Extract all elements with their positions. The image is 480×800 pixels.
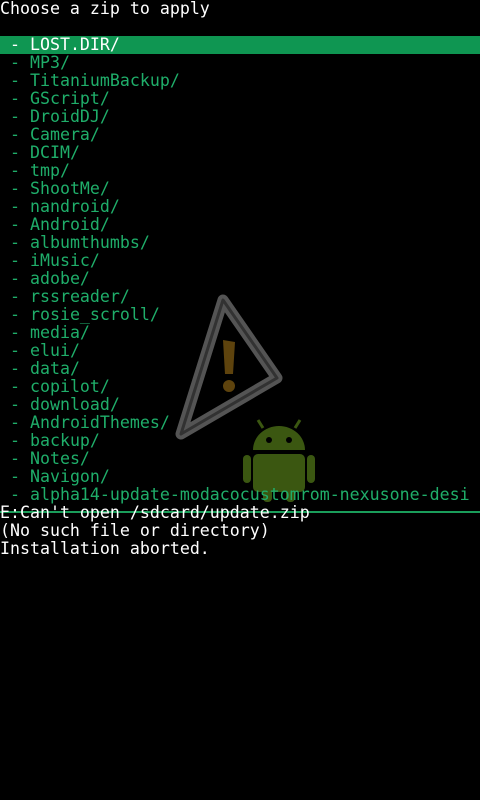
file-list-item[interactable]: - ShootMe/ bbox=[0, 180, 480, 198]
file-list-item[interactable]: - adobe/ bbox=[0, 270, 480, 288]
file-list-item[interactable]: - GScript/ bbox=[0, 90, 480, 108]
file-list-item[interactable]: - Android/ bbox=[0, 216, 480, 234]
file-list-item[interactable]: - data/ bbox=[0, 360, 480, 378]
log-line: (No such file or directory) bbox=[0, 521, 270, 540]
recovery-header-title: Choose a zip to apply bbox=[0, 0, 210, 18]
file-list-item[interactable]: - Notes/ bbox=[0, 450, 480, 468]
file-list-item[interactable]: - AndroidThemes/ bbox=[0, 414, 480, 432]
file-list-item[interactable]: - backup/ bbox=[0, 432, 480, 450]
file-list-item[interactable]: - download/ bbox=[0, 396, 480, 414]
file-list-item[interactable]: - DroidDJ/ bbox=[0, 108, 480, 126]
file-list-item[interactable]: - DCIM/ bbox=[0, 144, 480, 162]
file-list-item[interactable]: - tmp/ bbox=[0, 162, 480, 180]
log-line: Installation aborted. bbox=[0, 539, 210, 558]
file-list-item[interactable]: - TitaniumBackup/ bbox=[0, 72, 480, 90]
log-line: E:Can't open /sdcard/update.zip bbox=[0, 503, 310, 522]
file-list-item[interactable]: - alpha14-update-modacocustomrom-nexuson… bbox=[0, 486, 480, 504]
file-list-item[interactable]: - LOST.DIR/ bbox=[0, 36, 480, 54]
file-list-item[interactable]: - copilot/ bbox=[0, 378, 480, 396]
file-list-item[interactable]: - MP3/ bbox=[0, 54, 480, 72]
file-list-item[interactable]: - media/ bbox=[0, 324, 480, 342]
file-list-item[interactable]: - rosie_scroll/ bbox=[0, 306, 480, 324]
recovery-log: E:Can't open /sdcard/update.zip (No such … bbox=[0, 504, 480, 558]
file-list-item[interactable]: - rssreader/ bbox=[0, 288, 480, 306]
file-list-item[interactable]: - elui/ bbox=[0, 342, 480, 360]
file-list-item[interactable]: - Camera/ bbox=[0, 126, 480, 144]
file-list-item[interactable]: - Navigon/ bbox=[0, 468, 480, 486]
file-list-item[interactable]: - albumthumbs/ bbox=[0, 234, 480, 252]
file-list-item[interactable]: - iMusic/ bbox=[0, 252, 480, 270]
zip-file-list[interactable]: - LOST.DIR/- MP3/- TitaniumBackup/- GScr… bbox=[0, 36, 480, 504]
file-list-item[interactable]: - nandroid/ bbox=[0, 198, 480, 216]
